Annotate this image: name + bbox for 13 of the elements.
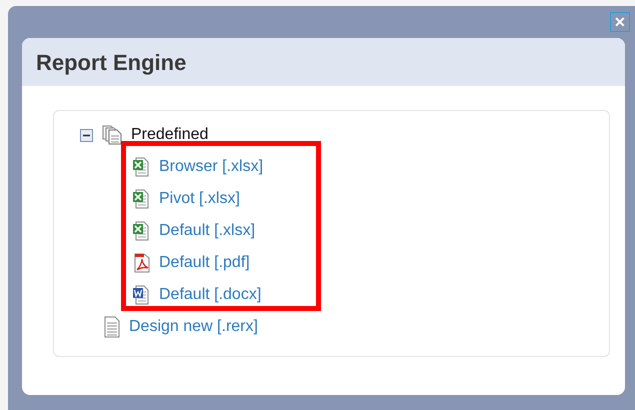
dialog-title: Report Engine bbox=[36, 48, 186, 77]
tree-folder-label[interactable]: Predefined bbox=[131, 123, 208, 147]
report-link[interactable]: Browser [.xlsx] bbox=[159, 155, 264, 179]
report-link[interactable]: Pivot [.xlsx] bbox=[159, 187, 240, 211]
report-link[interactable]: Default [.xlsx] bbox=[159, 219, 256, 243]
close-button[interactable]: ✕ bbox=[610, 12, 630, 32]
pages-stack-icon bbox=[102, 125, 124, 145]
collapse-icon[interactable] bbox=[80, 128, 93, 142]
pdf-file-icon bbox=[132, 253, 152, 273]
report-link[interactable]: Default [.pdf] bbox=[159, 251, 250, 275]
report-link[interactable]: Design new [.rerx] bbox=[129, 315, 258, 339]
text-file-icon bbox=[102, 316, 122, 338]
report-link[interactable]: Default [.docx] bbox=[159, 283, 262, 307]
